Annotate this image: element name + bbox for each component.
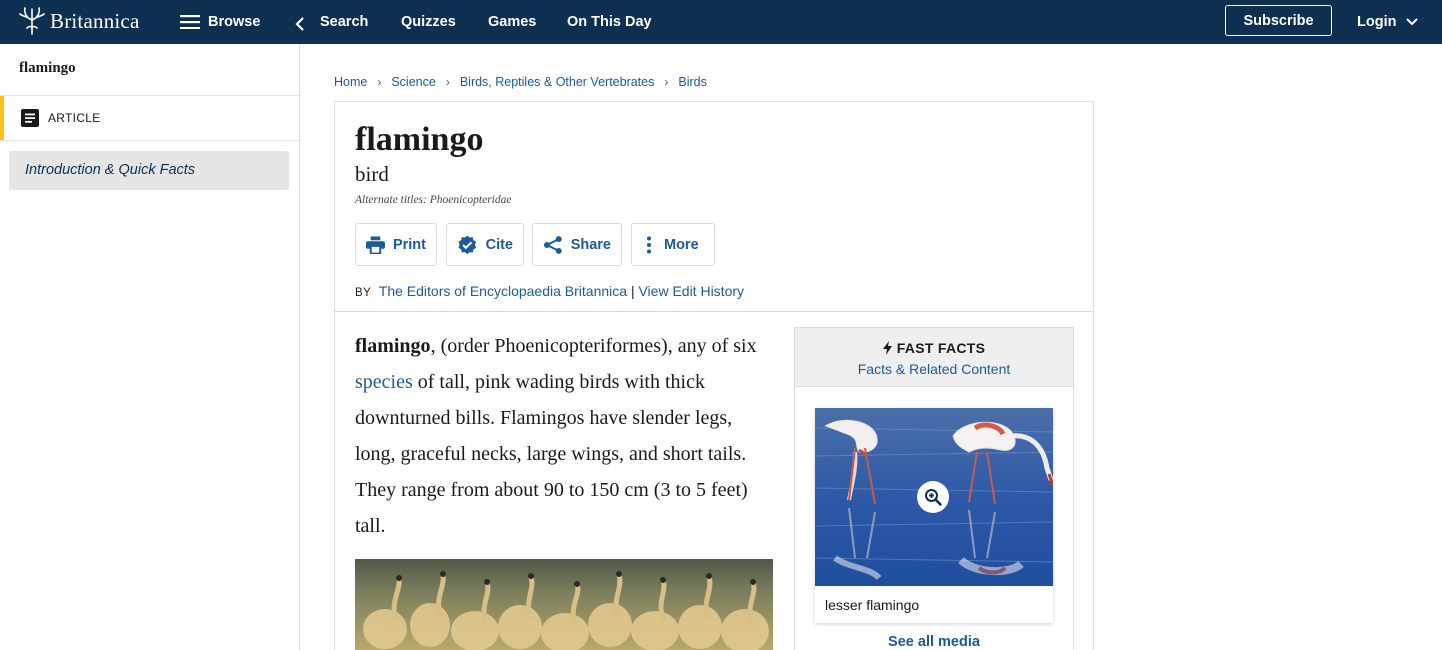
login-label: Login — [1357, 14, 1397, 30]
cite-button[interactable]: Cite — [446, 223, 524, 266]
fast-facts-subtitle[interactable]: Facts & Related Content — [795, 361, 1073, 377]
breadcrumb-separator-icon: › — [445, 75, 450, 89]
page-subtitle: bird — [355, 162, 389, 186]
print-label: Print — [392, 236, 426, 253]
verified-badge-icon — [458, 235, 477, 254]
on-this-day-label: On This Day — [567, 14, 652, 30]
fast-facts-panel: FAST FACTS Facts & Related Content lesse… — [794, 327, 1074, 650]
hamburger-icon — [180, 15, 200, 29]
breadcrumb-science[interactable]: Science — [391, 75, 435, 89]
article-header: flamingo bird Alternate titles: Phoenico… — [334, 101, 1094, 312]
lightning-icon — [882, 341, 892, 355]
zoom-in-icon — [925, 489, 942, 506]
breadcrumb-separator-icon: › — [377, 75, 382, 89]
sidebar-article-label: ARTICLE — [48, 111, 101, 125]
byline: BY The Editors of Encyclopaedia Britanni… — [355, 283, 744, 299]
sidebar-title: flamingo — [19, 60, 76, 76]
fast-facts-title: FAST FACTS — [896, 340, 986, 356]
intro-term: flamingo — [355, 335, 431, 357]
more-vertical-icon — [647, 236, 651, 253]
intro-text-2: of tall, pink wading birds with thick do… — [355, 371, 748, 537]
more-button[interactable]: More — [631, 223, 715, 266]
intro-paragraph: flamingo, (order Phoenicopteriformes), a… — [355, 328, 775, 544]
games-label: Games — [488, 14, 537, 30]
browse-label: Browse — [208, 14, 261, 30]
share-icon — [543, 235, 562, 254]
lesser-flamingo-image[interactable] — [815, 408, 1053, 586]
article-sidebar: flamingo ARTICLE Introduction & Quick Fa… — [0, 44, 300, 650]
alternate-titles: Alternate titles: Phoenicopteridae — [355, 194, 512, 206]
flock-photo — [355, 559, 773, 650]
zoom-button[interactable] — [917, 481, 949, 513]
article-body: flamingo, (order Phoenicopteriformes), a… — [334, 311, 1094, 650]
chevron-left-icon — [295, 17, 304, 31]
nav-quizzes[interactable]: Quizzes — [401, 0, 456, 44]
byline-prefix: BY — [355, 287, 372, 299]
sidebar-article-tab[interactable]: ARTICLE — [0, 95, 299, 141]
share-label: Share — [570, 236, 611, 253]
breadcrumb-separator-icon: › — [664, 75, 669, 89]
cite-label: Cite — [485, 236, 513, 253]
nav-games[interactable]: Games — [488, 0, 536, 44]
logo-text: Britannica — [50, 8, 140, 33]
browse-menu[interactable]: Browse — [180, 0, 260, 44]
active-indicator — [0, 96, 4, 140]
thistle-logo-icon — [19, 7, 45, 35]
share-button[interactable]: Share — [532, 223, 622, 266]
species-link[interactable]: species — [355, 371, 413, 393]
media-card[interactable]: lesser flamingo — [815, 408, 1053, 623]
printer-icon — [366, 235, 385, 254]
fast-facts-header[interactable]: FAST FACTS Facts & Related Content — [795, 328, 1073, 387]
collapse-sidebar-button[interactable] — [284, 8, 316, 40]
britannica-logo[interactable]: Britannica — [18, 6, 139, 36]
breadcrumb-home[interactable]: Home — [334, 75, 367, 89]
article-icon — [21, 109, 39, 127]
top-nav: Britannica Browse Search Quizzes Games O… — [0, 0, 1442, 44]
sidebar-item-introduction[interactable]: Introduction & Quick Facts — [9, 151, 289, 190]
login-menu[interactable]: Login — [1357, 0, 1419, 44]
search-label: Search — [320, 14, 369, 30]
media-caption: lesser flamingo — [825, 597, 920, 613]
see-all-media-link[interactable]: See all media — [795, 634, 1073, 650]
nav-on-this-day[interactable]: On This Day — [567, 0, 652, 44]
quizzes-label: Quizzes — [401, 14, 456, 30]
more-label: More — [664, 236, 699, 253]
subscribe-button[interactable]: Subscribe — [1225, 5, 1332, 36]
fast-facts-title-row: FAST FACTS — [795, 340, 1073, 356]
breadcrumb-vertebrates[interactable]: Birds, Reptiles & Other Vertebrates — [460, 75, 655, 89]
edit-history-link[interactable]: View Edit History — [638, 283, 744, 299]
flamingo-flock-image[interactable] — [355, 559, 773, 650]
print-button[interactable]: Print — [355, 223, 437, 266]
breadcrumb-birds[interactable]: Birds — [678, 75, 706, 89]
byline-separator: | — [630, 283, 635, 299]
author-link[interactable]: The Editors of Encyclopaedia Britannica — [379, 283, 627, 299]
page-title: flamingo — [355, 121, 484, 158]
chevron-down-icon — [1406, 18, 1419, 26]
intro-text-1: , (order Phoenicopteriformes), any of si… — [430, 335, 757, 357]
breadcrumb: Home › Science › Birds, Reptiles & Other… — [334, 75, 707, 89]
